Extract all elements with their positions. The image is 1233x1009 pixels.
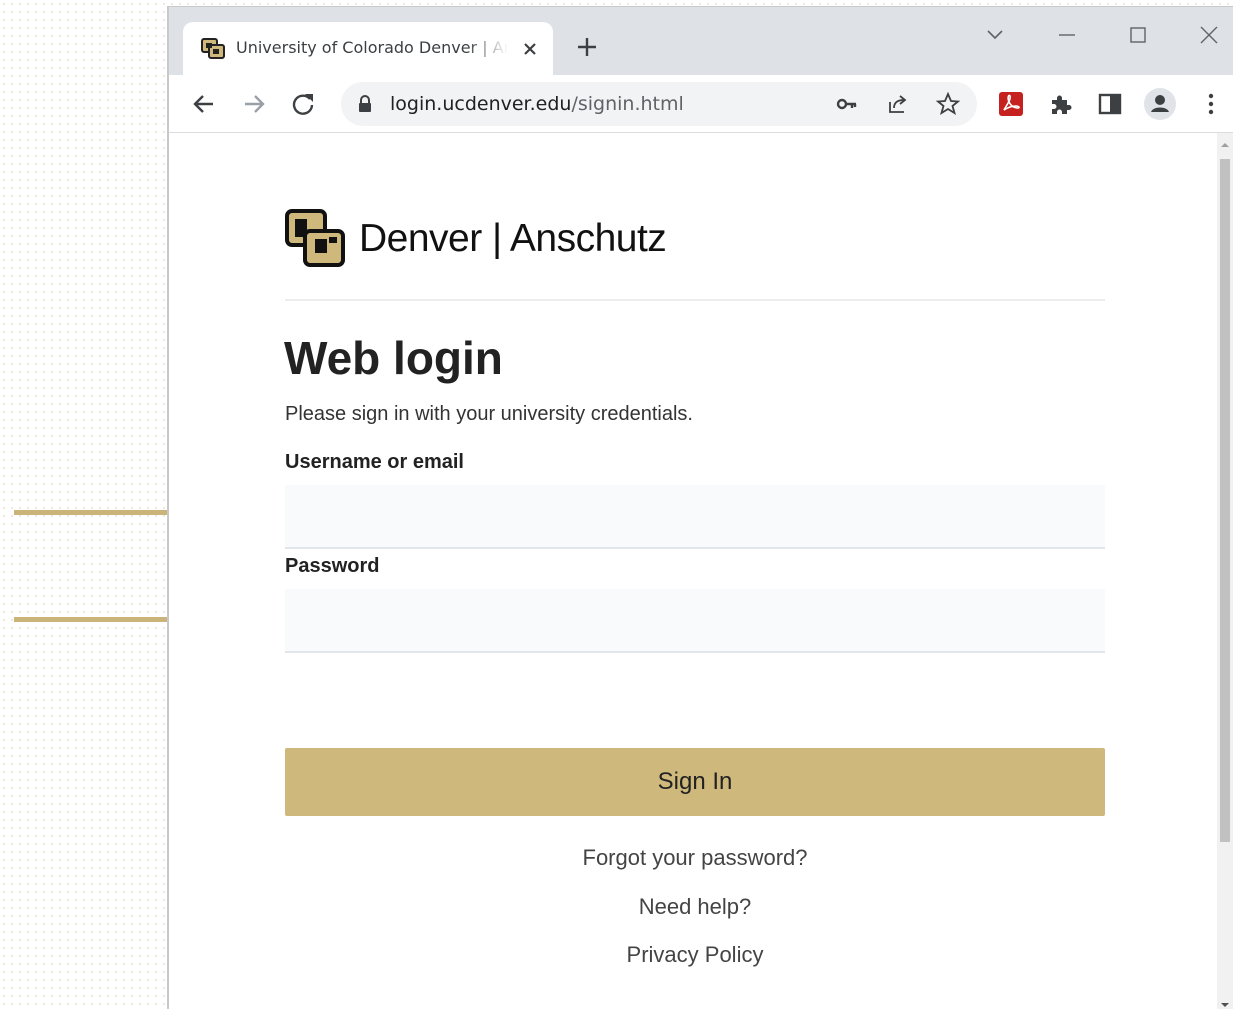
forgot-password-link[interactable]: Forgot your password? [285,845,1105,871]
browser-window: University of Colorado Denver | Anschutz [167,6,1233,1009]
scroll-up-arrow-icon[interactable] [1220,137,1230,147]
cu-logo-icon [285,209,345,269]
side-panel-icon[interactable] [1097,91,1123,117]
tab-close-icon[interactable] [520,39,540,59]
key-icon[interactable] [835,92,859,116]
scroll-down-arrow-icon[interactable] [1220,997,1230,1007]
reload-icon[interactable] [290,91,316,117]
page-title: Web login [284,332,503,384]
need-help-link[interactable]: Need help? [285,894,1105,920]
profile-icon[interactable] [1144,88,1176,120]
cu-favicon-icon [201,37,225,61]
password-field[interactable] [285,589,1105,653]
sign-in-button[interactable]: Sign In [285,748,1105,816]
close-window-icon[interactable] [1191,17,1227,53]
url-text[interactable]: login.ucdenver.edu/signin.html [390,93,684,115]
url-host: login.ucdenver.edu [390,93,572,115]
forward-arrow-icon[interactable] [241,91,267,117]
active-tab[interactable]: University of Colorado Denver | Anschutz [183,22,553,75]
maximize-icon[interactable] [1120,17,1156,53]
username-label: Username or email [285,451,464,473]
share-icon[interactable] [886,92,910,116]
browser-toolbar: login.ucdenver.edu/signin.html [169,75,1233,133]
privacy-policy-link[interactable]: Privacy Policy [285,942,1105,968]
back-arrow-icon[interactable] [191,91,217,117]
scrollbar-thumb[interactable] [1220,159,1230,842]
vertical-scrollbar[interactable] [1217,133,1233,1009]
page-content: Denver | Anschutz Web login Please sign … [169,133,1233,1009]
tab-search-chevron-icon[interactable] [977,17,1013,53]
puzzle-icon[interactable] [1048,91,1074,117]
lock-icon[interactable] [355,94,375,114]
page-subtitle: Please sign in with your university cred… [285,403,693,425]
star-icon[interactable] [935,91,961,116]
password-label: Password [285,555,380,577]
header-divider [285,299,1105,301]
logo-wordmark: Denver | Anschutz [359,217,667,260]
tab-title: University of Colorado Denver | Anschutz [236,38,508,57]
url-path: /signin.html [571,93,684,115]
address-bar[interactable]: login.ucdenver.edu/signin.html [341,82,977,126]
kebab-menu-icon[interactable] [1198,91,1224,117]
minimize-icon[interactable] [1049,17,1085,53]
pdf-extension-icon[interactable] [998,91,1024,117]
new-tab-icon[interactable] [575,35,599,59]
tab-strip: University of Colorado Denver | Anschutz [169,7,1233,75]
username-field[interactable] [285,485,1105,549]
